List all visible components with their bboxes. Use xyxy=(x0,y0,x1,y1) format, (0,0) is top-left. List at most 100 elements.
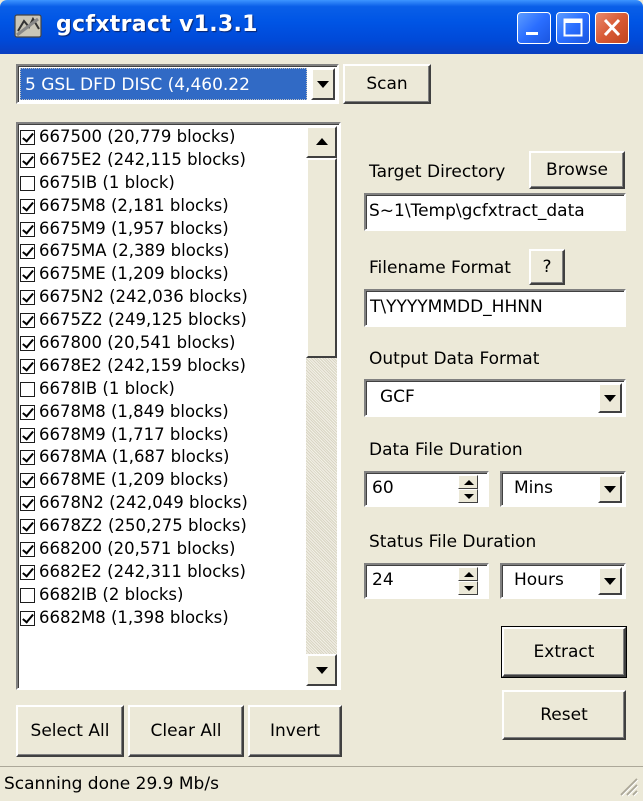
target-directory-label: Target Directory xyxy=(369,162,506,182)
list-item[interactable]: 6678E2 (242,159 blocks) xyxy=(20,356,306,379)
chevron-down-icon[interactable] xyxy=(598,383,622,413)
stream-checkbox[interactable] xyxy=(20,267,35,283)
select-all-button[interactable]: Select All xyxy=(16,705,124,757)
extract-button[interactable]: Extract xyxy=(501,626,627,678)
chevron-down-icon[interactable] xyxy=(598,567,622,595)
scroll-down-icon[interactable] xyxy=(306,654,337,686)
list-item[interactable]: 6678N2 (242,049 blocks) xyxy=(20,493,306,516)
stream-label: 6682E2 (242,311 blocks) xyxy=(39,561,246,581)
list-item[interactable]: 6678M9 (1,717 blocks) xyxy=(20,425,306,448)
stream-checkbox[interactable] xyxy=(20,358,35,374)
spin-down-icon[interactable] xyxy=(458,489,478,503)
chevron-down-icon[interactable] xyxy=(311,68,335,100)
stream-checkbox[interactable] xyxy=(20,496,35,512)
list-item[interactable]: 6678M8 (1,849 blocks) xyxy=(20,402,306,425)
list-item[interactable]: 667800 (20,541 blocks) xyxy=(20,333,306,356)
stream-checkbox[interactable] xyxy=(20,427,35,443)
minimize-button[interactable] xyxy=(517,12,551,44)
stream-checkbox[interactable] xyxy=(20,473,35,489)
stream-checkbox[interactable] xyxy=(20,564,35,580)
stream-label: 6678ME (1,209 blocks) xyxy=(39,470,229,490)
list-item[interactable]: 6682M8 (1,398 blocks) xyxy=(20,608,306,631)
filename-help-button[interactable]: ? xyxy=(529,249,565,285)
invert-button[interactable]: Invert xyxy=(248,705,342,757)
stream-checkbox[interactable] xyxy=(20,336,35,352)
list-item[interactable]: 6675IB (1 block) xyxy=(20,173,306,196)
reset-button[interactable]: Reset xyxy=(502,690,626,740)
scroll-thumb[interactable] xyxy=(306,158,337,358)
close-button[interactable] xyxy=(595,12,629,44)
scan-button[interactable]: Scan xyxy=(343,64,431,104)
status-duration-unit: Hours xyxy=(514,570,564,590)
stream-checkbox[interactable] xyxy=(20,244,35,260)
list-item[interactable]: 6675M9 (1,957 blocks) xyxy=(20,219,306,242)
stream-label: 6682M8 (1,398 blocks) xyxy=(39,607,229,627)
list-item[interactable]: 6682IB (2 blocks) xyxy=(20,585,306,608)
stream-label: 668200 (20,571 blocks) xyxy=(39,539,236,559)
stream-checkbox[interactable] xyxy=(20,130,35,145)
stream-label: 6678M8 (1,849 blocks) xyxy=(39,401,229,421)
scroll-up-icon[interactable] xyxy=(306,126,337,158)
list-item[interactable]: 6682E2 (242,311 blocks) xyxy=(20,562,306,585)
browse-button[interactable]: Browse xyxy=(529,151,625,189)
chevron-down-icon[interactable] xyxy=(598,475,622,503)
filename-format-label: Filename Format xyxy=(369,258,511,278)
stream-checkbox[interactable] xyxy=(20,542,35,558)
list-item[interactable]: 6675MA (2,389 blocks) xyxy=(20,241,306,264)
stream-label: 6675N2 (242,036 blocks) xyxy=(39,287,248,307)
stream-checkbox[interactable] xyxy=(20,519,35,535)
title-bar[interactable]: gcfxtract v1.3.1 xyxy=(0,0,643,54)
list-item[interactable]: 667500 (20,779 blocks) xyxy=(20,127,306,150)
status-duration-spinner[interactable] xyxy=(458,567,478,595)
filename-format-field[interactable]: T\YYYYMMDD_HHNN xyxy=(364,289,626,327)
data-duration-spinner[interactable] xyxy=(458,475,478,503)
stream-checkbox[interactable] xyxy=(20,175,35,191)
stream-checkbox[interactable] xyxy=(20,152,35,168)
list-item[interactable]: 6675M8 (2,181 blocks) xyxy=(20,196,306,219)
list-item[interactable]: 6675N2 (242,036 blocks) xyxy=(20,287,306,310)
stream-checkbox[interactable] xyxy=(20,198,35,214)
list-item[interactable]: 6678ME (1,209 blocks) xyxy=(20,470,306,493)
stream-label: 667500 (20,779 blocks) xyxy=(39,127,236,146)
list-item[interactable]: 6678IB (1 block) xyxy=(20,379,306,402)
spin-up-icon[interactable] xyxy=(458,567,478,581)
stream-checkbox[interactable] xyxy=(20,290,35,306)
stream-checkbox[interactable] xyxy=(20,587,35,603)
target-directory-field[interactable]: S~1\Temp\gcfxtract_data xyxy=(364,193,626,231)
list-item[interactable]: 6675ME (1,209 blocks) xyxy=(20,264,306,287)
spin-up-icon[interactable] xyxy=(458,475,478,489)
source-selected-text: 5 GSL DFD DISC (4,460.22 xyxy=(25,75,250,95)
stream-checkbox[interactable] xyxy=(20,381,35,397)
stream-label: 6678N2 (242,049 blocks) xyxy=(39,493,248,513)
status-duration-label: Status File Duration xyxy=(369,532,537,552)
list-scrollbar[interactable] xyxy=(306,126,337,686)
filename-format-value: T\YYYYMMDD_HHNN xyxy=(370,297,543,317)
list-item[interactable]: 6675Z2 (249,125 blocks) xyxy=(20,310,306,333)
status-duration-input[interactable]: 24 xyxy=(364,563,489,599)
spin-down-icon[interactable] xyxy=(458,581,478,595)
resize-grip-icon[interactable] xyxy=(617,775,639,797)
clear-all-button[interactable]: Clear All xyxy=(128,705,244,757)
stream-checkbox[interactable] xyxy=(20,221,35,237)
stream-checkbox[interactable] xyxy=(20,610,35,626)
stream-label: 6682IB (2 blocks) xyxy=(39,584,184,604)
maximize-button[interactable] xyxy=(556,12,590,44)
output-format-label: Output Data Format xyxy=(369,349,540,369)
list-item[interactable]: 668200 (20,571 blocks) xyxy=(20,539,306,562)
output-format-select[interactable]: GCF xyxy=(364,379,626,417)
data-duration-unit-select[interactable]: Mins xyxy=(500,471,626,507)
stream-label: 6675M8 (2,181 blocks) xyxy=(39,195,229,215)
stream-checkbox[interactable] xyxy=(20,450,35,466)
stream-checkbox[interactable] xyxy=(20,404,35,420)
source-disc-select[interactable]: 5 GSL DFD DISC (4,460.22 xyxy=(16,64,339,104)
stream-label: 6675IB (1 block) xyxy=(39,172,175,192)
list-item[interactable]: 6678Z2 (250,275 blocks) xyxy=(20,516,306,539)
minimize-icon xyxy=(526,32,538,35)
data-duration-input[interactable]: 60 xyxy=(364,471,489,507)
output-format-value: GCF xyxy=(380,387,415,407)
list-item[interactable]: 6675E2 (242,115 blocks) xyxy=(20,150,306,173)
stream-checkbox[interactable] xyxy=(20,313,35,329)
stream-list[interactable]: 667500 (20,779 blocks) 6675E2 (242,115 bl… xyxy=(16,122,341,690)
list-item[interactable]: 6678MA (1,687 blocks) xyxy=(20,447,306,470)
status-duration-unit-select[interactable]: Hours xyxy=(500,563,626,599)
